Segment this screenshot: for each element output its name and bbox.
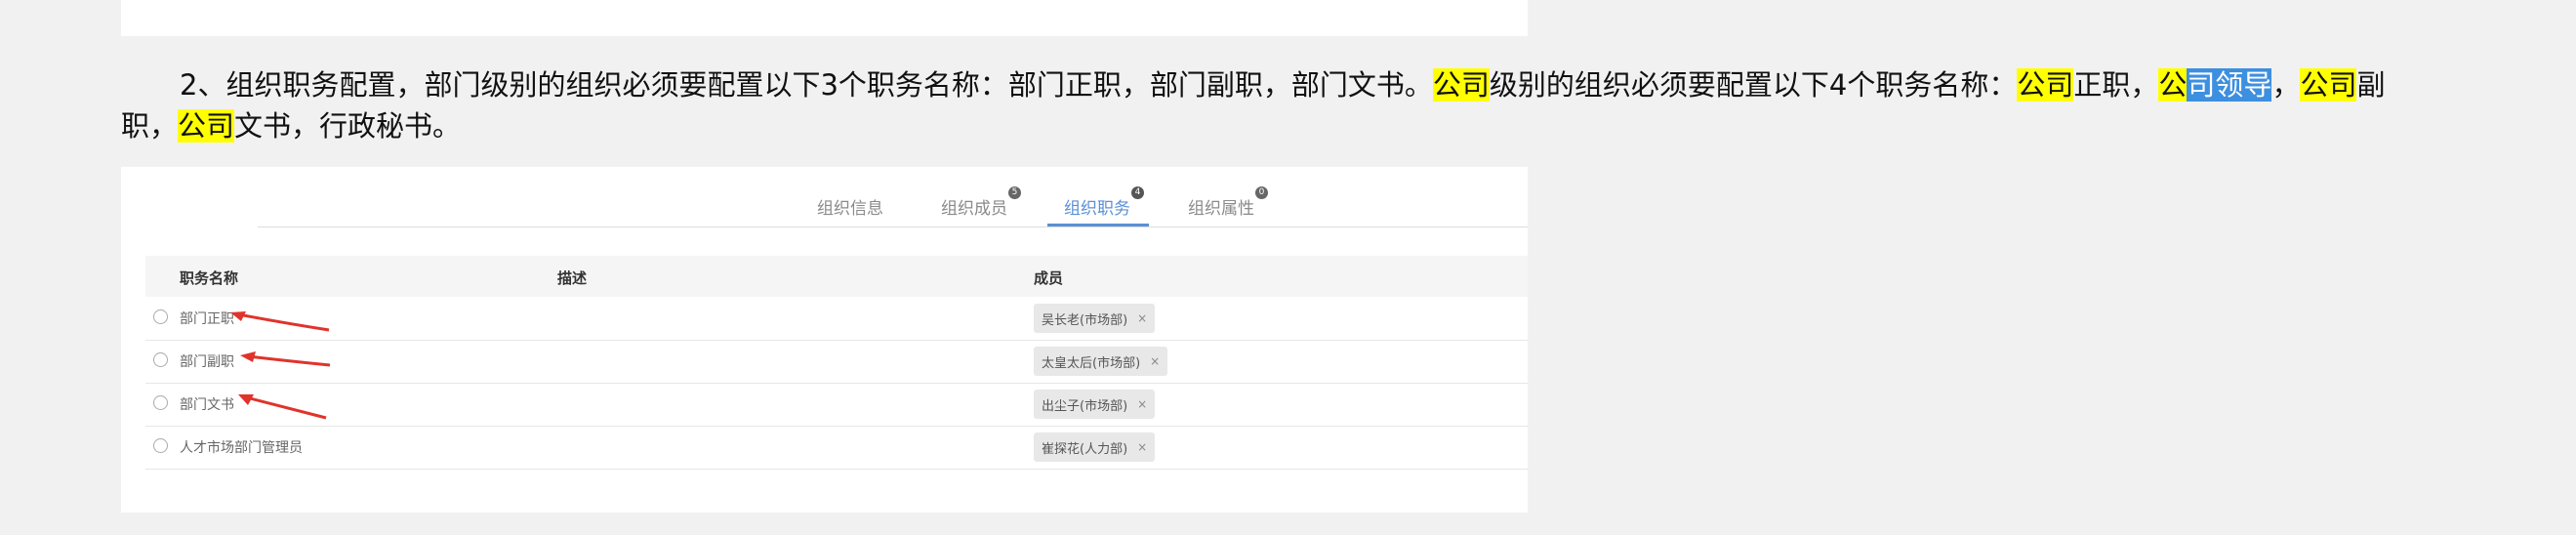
row-radio[interactable] [153,309,168,324]
para-seg-0: 2、组织职务配置，部门级别的组织必须要配置以下3个职务名称：部门正职，部门副职，… [180,68,1433,102]
red-arrow-icon [230,311,330,332]
remove-icon[interactable]: × [1137,397,1147,411]
remove-icon[interactable]: × [1137,440,1147,454]
para-seg-4: 正职， [2073,68,2159,102]
table-header: 职务名称 描述 成员 [145,256,1528,297]
tab-label: 组织属性 [1188,199,1254,219]
column-header-members: 成员 [1034,269,1064,287]
tab-label: 组织信息 [817,199,883,219]
member-tag: 太皇太后(市场部) × [1034,347,1168,376]
position-name: 部门文书 [180,397,234,413]
embedded-screenshot: 组织信息 组织成员 5 组织职务 4 组织属性 0 职务名称 描述 成员 部门正… [121,167,1528,513]
member-tag: 出尘子(市场部) × [1034,390,1156,419]
previous-screenshot-panel [121,0,1528,36]
para-seg-8: 公司 [2300,68,2357,102]
red-arrow-icon [238,394,327,420]
tab-org-members[interactable]: 组织成员 5 [941,186,1021,219]
tabs-divider [258,226,1528,227]
tab-label: 组织成员 [941,199,1007,219]
remove-icon[interactable]: × [1150,354,1160,368]
table-row[interactable]: 人才市场部门管理员 崔探花(人力部) × [145,427,1528,470]
row-radio[interactable] [153,395,168,410]
tab-label: 组织职务 [1064,199,1130,219]
instruction-paragraph: 2、组织职务配置，部门级别的组织必须要配置以下3个职务名称：部门正职，部门副职，… [121,64,2386,146]
row-radio[interactable] [153,438,168,453]
active-tab-indicator [1047,224,1149,226]
tab-org-positions[interactable]: 组织职务 4 [1064,186,1144,219]
tab-org-attributes[interactable]: 组织属性 0 [1188,186,1268,219]
member-name: 出尘子(市场部) [1042,398,1128,414]
remove-icon[interactable]: × [1137,311,1147,325]
member-tag: 崔探花(人力部) × [1034,432,1156,462]
position-name: 人才市场部门管理员 [180,440,303,456]
count-badge: 5 [1008,186,1021,199]
column-header-name: 职务名称 [180,269,239,287]
para-seg-11: 文书，行政秘书。 [234,109,462,143]
table-row[interactable]: 部门副职 太皇太后(市场部) × [145,341,1528,384]
para-seg-3: 公司 [2017,68,2074,102]
column-header-desc: 描述 [557,269,588,287]
member-tag: 吴长老(市场部) × [1034,304,1156,333]
para-seg-7: ， [2271,68,2301,102]
tab-org-info[interactable]: 组织信息 [817,194,883,219]
count-badge: 4 [1131,186,1144,199]
member-name: 崔探花(人力部) [1042,441,1128,457]
para-seg-1: 公司 [1432,68,1490,102]
member-name: 吴长老(市场部) [1042,312,1128,328]
para-seg-5: 公 [2158,68,2188,102]
position-name: 部门副职 [180,354,234,370]
row-radio[interactable] [153,352,168,367]
para-seg-6-selected[interactable]: 司领导 [2187,68,2272,102]
table-row[interactable]: 部门正职 吴长老(市场部) × [145,298,1528,341]
member-name: 太皇太后(市场部) [1042,355,1141,371]
para-seg-2: 级别的组织必须要配置以下4个职务名称： [1489,68,2018,102]
para-seg-10: 公司 [178,109,235,143]
red-arrow-icon [240,351,331,367]
table-row[interactable]: 部门文书 出尘子(市场部) × [145,384,1528,427]
count-badge: 0 [1255,186,1268,199]
